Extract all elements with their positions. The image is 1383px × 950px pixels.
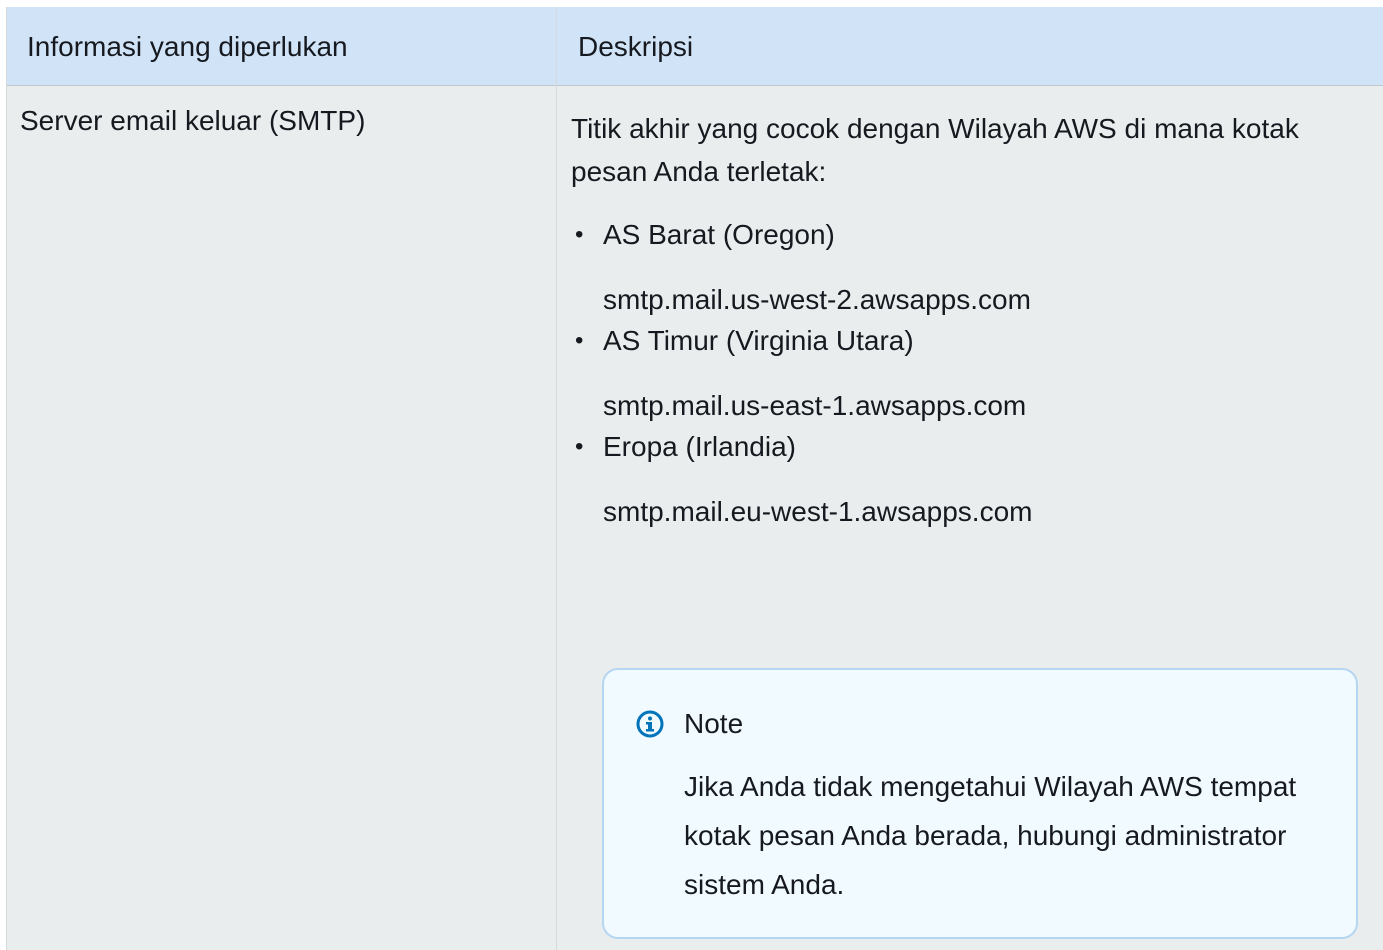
endpoint: smtp.mail.us-east-1.awsapps.com — [603, 390, 1027, 421]
region-list: • AS Barat (Oregon) smtp.mail.us-west-2.… — [571, 213, 1361, 533]
description-cell: Titik akhir yang cocok dengan Wilayah AW… — [571, 107, 1361, 533]
column-divider — [556, 7, 557, 950]
bullet: • — [575, 433, 584, 460]
bullet: • — [575, 221, 584, 248]
list-item: • Eropa (Irlandia) smtp.mail.eu-west-1.a… — [571, 425, 1361, 533]
description-intro: Titik akhir yang cocok dengan Wilayah AW… — [571, 113, 1299, 187]
endpoint: smtp.mail.eu-west-1.awsapps.com — [603, 496, 1033, 527]
info-icon — [636, 710, 664, 738]
endpoint: smtp.mail.us-west-2.awsapps.com — [603, 284, 1031, 315]
table-header-row: Informasi yang diperlukan Deskripsi — [7, 7, 1383, 86]
note-title: Note — [684, 708, 744, 739]
list-item: • AS Barat (Oregon) smtp.mail.us-west-2.… — [571, 213, 1361, 321]
info-cell: Server email keluar (SMTP) — [20, 105, 366, 136]
list-item: • AS Timur (Virginia Utara) smtp.mail.us… — [571, 319, 1361, 427]
region-name: AS Barat (Oregon) — [603, 219, 835, 250]
column-header-description: Deskripsi — [578, 30, 694, 62]
bullet: • — [575, 327, 584, 354]
column-header-info: Informasi yang diperlukan — [27, 30, 348, 62]
region-name: AS Timur (Virginia Utara) — [603, 325, 914, 356]
region-name: Eropa (Irlandia) — [603, 431, 796, 462]
note-callout: Note Jika Anda tidak mengetahui Wilayah … — [602, 668, 1358, 939]
note-body: Jika Anda tidak mengetahui Wilayah AWS t… — [684, 771, 1297, 900]
